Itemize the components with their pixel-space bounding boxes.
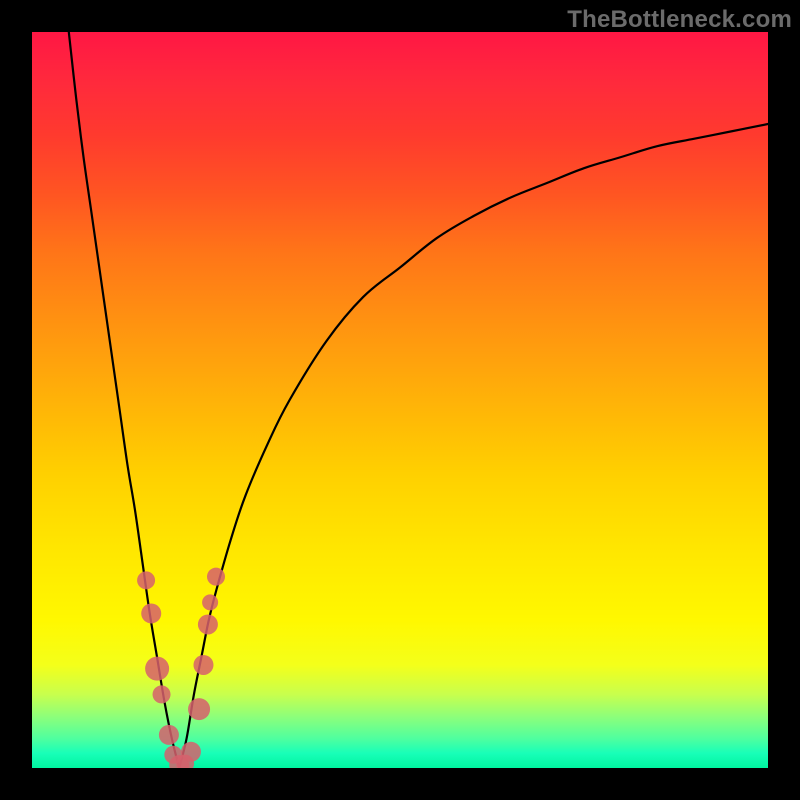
curve-layer [32, 32, 768, 768]
series-right-branch [179, 124, 768, 768]
marker-point [193, 655, 213, 675]
watermark-text: TheBottleneck.com [567, 6, 792, 34]
marker-point [141, 603, 161, 623]
marker-point [207, 568, 225, 586]
marker-point [198, 614, 218, 634]
marker-point [202, 594, 218, 610]
series-left-branch [69, 32, 179, 768]
plot-area [32, 32, 768, 768]
marker-point [181, 742, 201, 762]
marker-point [137, 571, 155, 589]
marker-point [145, 657, 169, 681]
chart-frame: TheBottleneck.com [0, 0, 800, 800]
marker-point [153, 685, 171, 703]
marker-point [159, 725, 179, 745]
marker-point [188, 698, 210, 720]
